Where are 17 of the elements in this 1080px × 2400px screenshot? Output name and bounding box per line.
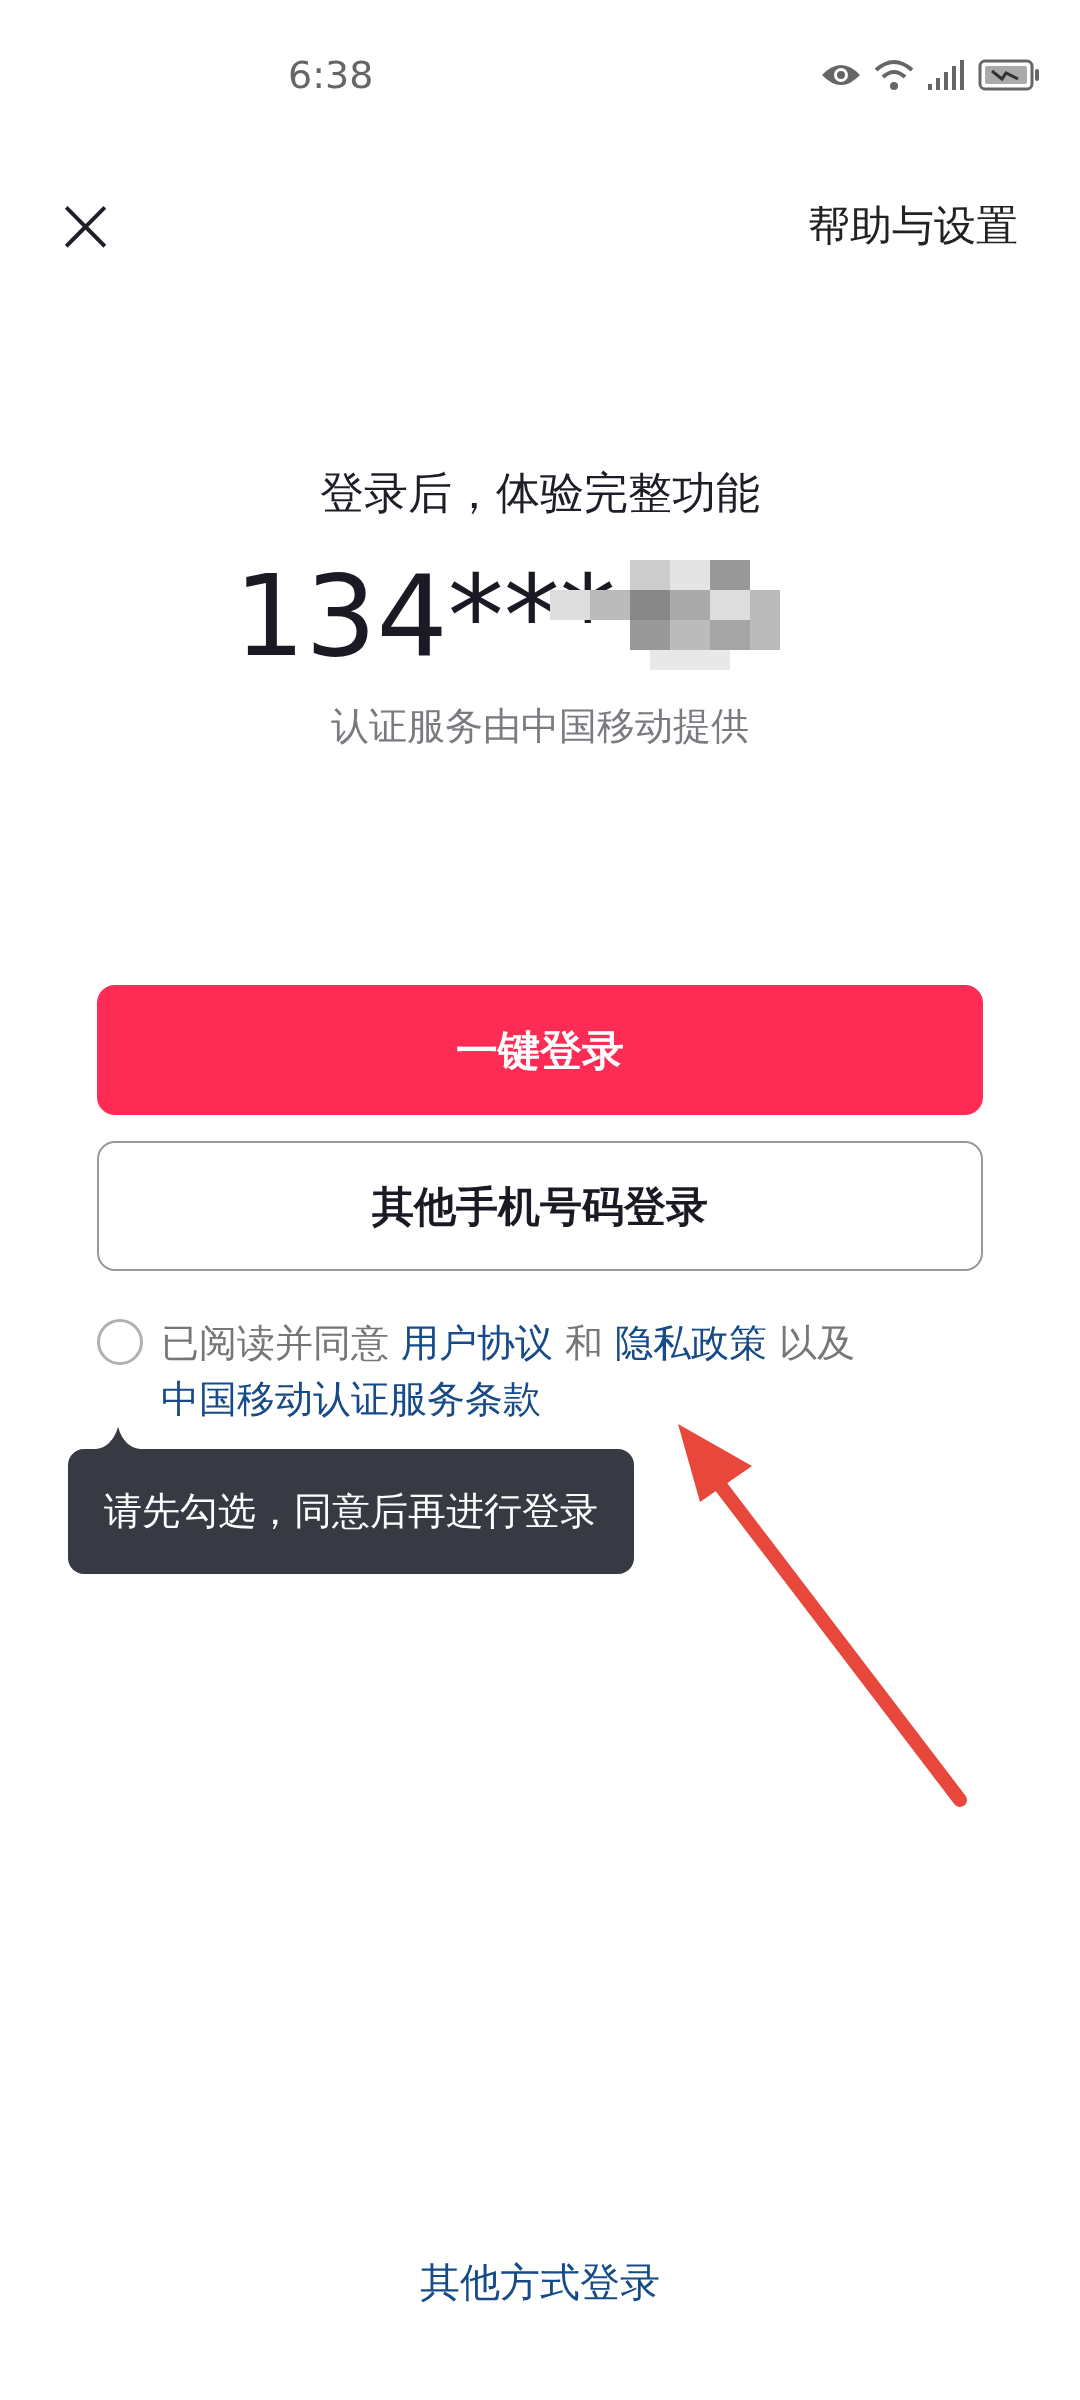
other-phone-login-button[interactable]: 其他手机号码登录 <box>97 1141 983 1271</box>
close-button[interactable]: × <box>44 185 128 265</box>
agreement-text: 已阅读并同意 用户协议 和 隐私政策 以及 中国移动认证服务条款 <box>161 1320 857 1423</box>
other-login-link[interactable]: 其他方式登录 <box>420 2252 660 2312</box>
one-click-login-button[interactable]: 一键登录 <box>97 985 983 1115</box>
headline: 登录后，体验完整功能 <box>320 466 760 520</box>
tooltip-text: 请先勾选，同意后再进行登录 <box>104 1489 598 1533</box>
status-time: 6:38 <box>288 51 374 99</box>
signal-icon <box>926 58 966 92</box>
agreement-link[interactable]: 用户协议 <box>401 1321 566 1365</box>
agree-checkbox[interactable] <box>97 1319 143 1365</box>
provider-note: 认证服务由中国移动提供 <box>331 703 749 750</box>
help-settings-link[interactable]: 帮助与设置 <box>808 193 1036 257</box>
wifi-icon <box>874 58 914 92</box>
battery-icon <box>978 59 1040 91</box>
agreement-link[interactable]: 中国移动认证服务条款 <box>161 1377 541 1421</box>
agreement-link[interactable]: 隐私政策 <box>615 1321 780 1365</box>
